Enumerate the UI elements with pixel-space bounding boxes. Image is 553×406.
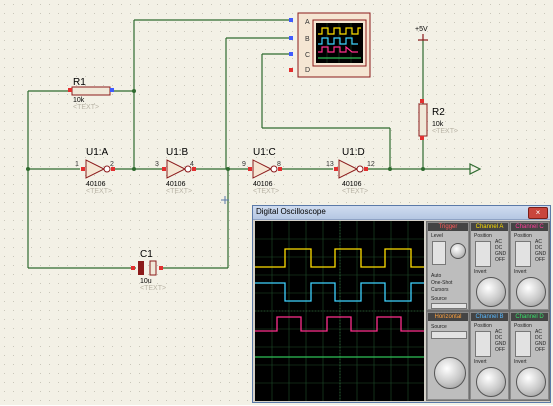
scope-display [255,221,424,401]
trigger-source-select[interactable] [431,303,467,309]
u1a-text: <TEXT> [86,188,113,195]
channel-a-off[interactable]: OFF [495,257,505,263]
channel-c-invert[interactable]: Invert [514,269,527,275]
timebase-knob[interactable] [434,357,466,389]
channel-d-volts-knob[interactable] [516,367,546,397]
r2-name[interactable]: R2 [432,107,445,118]
channel-c-section: Channel C Position AC DC GND OFF Invert [510,222,549,310]
c1-value: 10u [140,278,152,285]
channel-a-section: Channel A Position AC DC GND OFF Invert [470,222,509,310]
trigger-title: Trigger [428,223,468,231]
r1-name[interactable]: R1 [73,77,86,88]
scope-pin-a-label: A [305,19,310,26]
c1-name[interactable]: C1 [140,249,153,260]
scope-pin-b-label: B [305,36,310,43]
trace-b [255,282,424,302]
channel-c-volts-knob[interactable] [516,277,546,307]
c1-text: <TEXT> [140,285,167,292]
u1c-part: 40106 [253,181,273,188]
u1a-pin-in: 1 [75,161,79,168]
trigger-level-label: Level [431,233,443,239]
u1d-pin-out: 12 [367,161,375,168]
channel-b-invert[interactable]: Invert [474,359,487,365]
horizontal-source-label: Source [431,324,447,330]
channel-c-title: Channel C [511,223,548,231]
scope-pin-d-label: D [305,67,311,74]
trigger-auto-label[interactable]: Auto [431,273,441,279]
u1a-pin-out: 2 [110,161,114,168]
horizontal-title: Horizontal [428,313,468,321]
u1a-part: 40106 [86,181,106,188]
power-label: +5V [415,26,428,33]
u1c-pin-out: 8 [277,161,281,168]
u1d-part: 40106 [342,181,362,188]
u1a-name[interactable]: U1:A [86,147,108,158]
scope-pin-c-label: C [305,52,311,59]
channel-a-invert[interactable]: Invert [474,269,487,275]
trigger-source-label: Source [431,296,447,302]
oscilloscope-title: Digital Oscilloscope [256,207,326,216]
scope-traces [255,221,424,401]
horizontal-source-select[interactable] [431,331,467,339]
channel-a-position-slider[interactable] [475,241,491,267]
channel-c-position-label: Position [514,233,532,239]
channel-d-section: Channel D Position AC DC GND OFF Invert [510,312,549,400]
r1-value: 10k [73,97,85,104]
trigger-level-slider[interactable] [432,241,446,265]
channel-c-off[interactable]: OFF [535,257,545,263]
channel-b-position-label: Position [474,323,492,329]
channel-b-off[interactable]: OFF [495,347,505,353]
channel-d-title: Channel D [511,313,548,321]
u1d-pin-in: 13 [326,161,334,168]
trigger-section: Trigger Level Auto One-Shot Cursors Sour… [427,222,469,310]
u1b-part: 40106 [166,181,186,188]
oscilloscope-titlebar[interactable]: Digital Oscilloscope × [253,206,550,220]
channel-d-off[interactable]: OFF [535,347,545,353]
channel-b-volts-knob[interactable] [476,367,506,397]
channel-b-title: Channel B [471,313,508,321]
trigger-knob[interactable] [450,243,466,259]
r1-text: <TEXT> [73,104,100,111]
u1b-name[interactable]: U1:B [166,147,188,158]
u1b-text: <TEXT> [166,188,193,195]
channel-b-section: Channel B Position AC DC GND OFF Invert [470,312,509,400]
u1c-text: <TEXT> [253,188,280,195]
channel-a-title: Channel A [471,223,508,231]
u1c-pin-in: 9 [242,161,246,168]
u1d-name[interactable]: U1:D [342,147,365,158]
channel-d-invert[interactable]: Invert [514,359,527,365]
channel-a-position-label: Position [474,233,492,239]
scope-control-panel: Trigger Level Auto One-Shot Cursors Sour… [426,221,550,401]
r2-text: <TEXT> [432,128,459,135]
trace-a [255,248,424,268]
trigger-oneshot-label[interactable]: One-Shot [431,280,452,286]
u1b-pin-in: 3 [155,161,159,168]
horizontal-section: Horizontal Source [427,312,469,400]
channel-c-position-slider[interactable] [515,241,531,267]
u1b-pin-out: 4 [190,161,194,168]
u1d-text: <TEXT> [342,188,369,195]
channel-d-position-slider[interactable] [515,331,531,357]
u1c-name[interactable]: U1:C [253,147,276,158]
oscilloscope-window[interactable]: Digital Oscilloscope × Trigger Level Aut… [252,205,551,403]
channel-d-position-label: Position [514,323,532,329]
channel-b-position-slider[interactable] [475,331,491,357]
channel-a-volts-knob[interactable] [476,277,506,307]
trigger-cursors-label[interactable]: Cursors [431,287,449,293]
r2-value: 10k [432,121,444,128]
close-button[interactable]: × [528,207,548,219]
